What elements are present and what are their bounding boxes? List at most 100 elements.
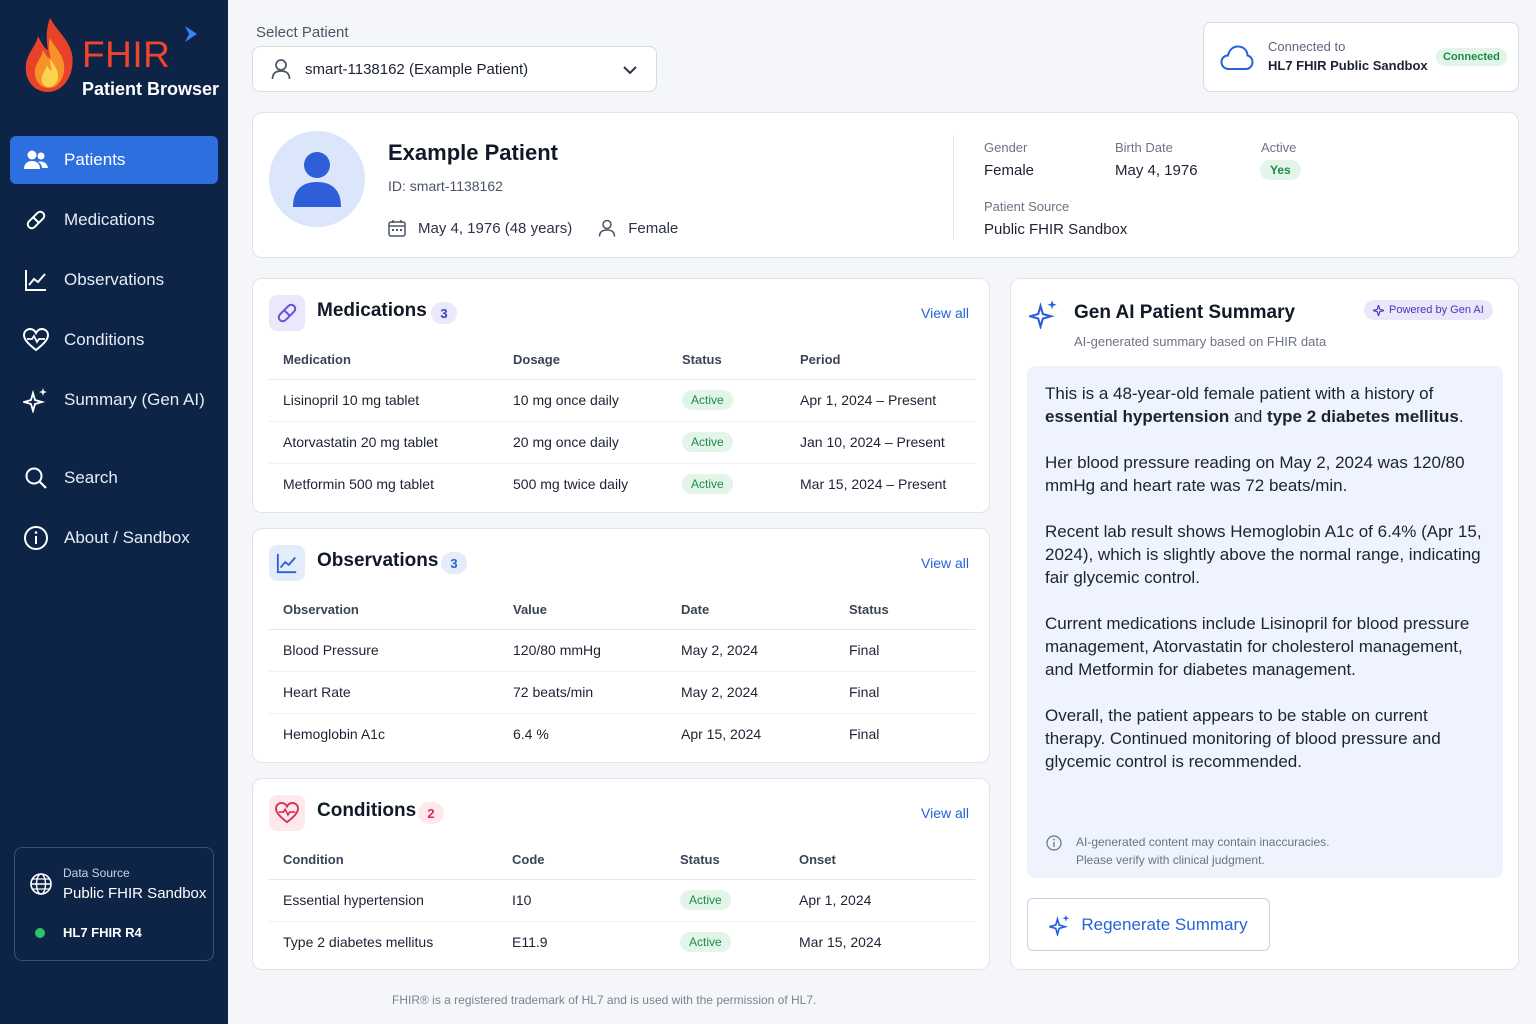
sidebar-item-label: Medications [64, 210, 155, 229]
conditions-count: 2 [418, 802, 444, 824]
sidebar: FHIR Patient Browser Patients Medication… [0, 0, 228, 1024]
heart-pulse-icon [269, 795, 305, 831]
cloud-icon [1220, 45, 1254, 70]
medications-view-all-link[interactable]: View all [921, 305, 969, 321]
birth-date-value: May 4, 1976 [1115, 162, 1198, 179]
user-avatar-icon [293, 152, 341, 207]
summary-paragraph: This is a 48-year-old female patient wit… [1045, 384, 1464, 426]
observation-date: May 2, 2024 [667, 629, 835, 672]
observation-name: Heart Rate [269, 671, 499, 714]
observation-value: 72 beats/min [499, 671, 667, 714]
medication-dosage: 20 mg once daily [499, 421, 668, 464]
sidebar-item-about[interactable]: About / Sandbox [10, 514, 218, 562]
table-row[interactable]: Blood Pressure 120/80 mmHg May 2, 2024 F… [269, 629, 975, 672]
condition-name: Essential hypertension [269, 879, 498, 922]
sidebar-item-label: Observations [64, 270, 165, 289]
status-dot [35, 928, 45, 938]
regenerate-summary-label: Regenerate Summary [1081, 914, 1248, 934]
brand-logo[interactable]: FHIR Patient Browser [22, 16, 222, 106]
patient-header-card: Example Patient ID: smart-1138162 May 4,… [252, 112, 1519, 258]
gender-value: Female [984, 162, 1035, 179]
ai-summary-subtitle: AI-generated summary based on FHIR data [1074, 334, 1327, 349]
observation-status: Final [849, 726, 880, 743]
sidebar-item-conditions[interactable]: Conditions [10, 316, 218, 364]
status-badge: Active [680, 932, 731, 953]
conditions-card: Conditions 2 View all Condition Code Sta… [252, 778, 990, 970]
ai-disclaimer: AI-generated content may contain inaccur… [1046, 833, 1486, 869]
table-row[interactable]: Lisinopril 10 mg tablet 10 mg once daily… [269, 379, 975, 422]
ai-summary-body: This is a 48-year-old female patient wit… [1027, 366, 1503, 878]
brand-name: FHIR [82, 34, 171, 75]
pill-icon [269, 295, 305, 331]
avatar [269, 131, 365, 227]
patient-source-value: Public FHIR Sandbox [984, 221, 1128, 238]
status-badge: Active [680, 890, 731, 910]
conditions-table: Condition Code Status Onset Essential hy… [269, 841, 975, 963]
user-icon [271, 59, 291, 80]
sidebar-item-label: Search [64, 468, 118, 487]
table-row[interactable]: Type 2 diabetes mellitus E11.9 Active Ma… [269, 921, 975, 963]
sidebar-item-search[interactable]: Search [10, 454, 218, 502]
summary-paragraph: Current medications include Lisinopril f… [1045, 614, 1470, 679]
patient-source-label: Patient Source [984, 199, 1070, 214]
medication-dosage: 10 mg once daily [499, 379, 668, 422]
info-icon [1046, 835, 1062, 851]
globe-icon [30, 873, 52, 895]
users-icon [22, 146, 50, 174]
table-row[interactable]: Hemoglobin A1c 6.4 % Apr 15, 2024 Final [269, 713, 975, 755]
highlight-term: essential hypertension [1045, 407, 1230, 426]
regenerate-summary-button[interactable]: Regenerate Summary [1027, 898, 1270, 951]
sparkles-icon [22, 386, 50, 414]
active-label: Active [1261, 140, 1297, 155]
observation-name: Hemoglobin A1c [283, 726, 385, 743]
ai-summary-title: Gen AI Patient Summary [1074, 302, 1296, 323]
summary-paragraph: Recent lab result shows Hemoglobin A1c o… [1045, 522, 1482, 587]
sparkles-icon [1049, 914, 1070, 936]
medication-name: Atorvastatin 20 mg tablet [269, 421, 499, 464]
sidebar-item-medications[interactable]: Medications [10, 196, 218, 244]
medication-period: Mar 15, 2024 – Present [800, 476, 947, 493]
chart-line-icon [269, 545, 305, 581]
chart-line-icon [22, 266, 50, 294]
data-source-label: Data Source [63, 866, 130, 880]
connection-server: HL7 FHIR Public Sandbox [1268, 58, 1428, 73]
observations-title: Observations [317, 550, 439, 571]
sidebar-item-observations[interactable]: Observations [10, 256, 218, 304]
observations-count: 3 [441, 552, 467, 574]
disclaimer-line: AI-generated content may contain inaccur… [1076, 835, 1330, 849]
medication-name: Lisinopril 10 mg tablet [269, 379, 499, 422]
column-header: Onset [785, 841, 975, 880]
sidebar-item-summary[interactable]: Summary (Gen AI) [10, 376, 218, 424]
info-icon [22, 524, 50, 552]
connection-status-card: Connected to HL7 FHIR Public Sandbox Con… [1203, 22, 1519, 92]
table-row[interactable]: Essential hypertension I10 Active Apr 1,… [269, 879, 975, 922]
status-badge: Connected [1436, 48, 1507, 66]
status-badge: Active [682, 432, 733, 452]
pill-icon [22, 206, 50, 234]
table-row[interactable]: Atorvastatin 20 mg tablet 20 mg once dai… [269, 421, 975, 464]
conditions-view-all-link[interactable]: View all [921, 805, 969, 821]
table-row[interactable]: Heart Rate 72 beats/min May 2, 2024 Fina… [269, 671, 975, 714]
observation-value: 6.4 % [513, 726, 549, 743]
highlight-term: type 2 diabetes mellitus [1267, 407, 1459, 426]
search-icon [22, 464, 50, 492]
sidebar-item-patients[interactable]: Patients [10, 136, 218, 184]
patient-dob-age: May 4, 1976 (48 years) [418, 219, 573, 237]
patient-select-value: smart-1138162 (Example Patient) [305, 60, 529, 78]
column-header: Value [499, 591, 667, 630]
column-header: Code [498, 841, 666, 880]
observations-card: Observations 3 View all Observation Valu… [252, 528, 990, 763]
condition-code: E11.9 [512, 934, 548, 951]
condition-name: Type 2 diabetes mellitus [283, 934, 434, 951]
patient-id: ID: smart-1138162 [388, 178, 503, 194]
observations-view-all-link[interactable]: View all [921, 555, 969, 571]
observations-table: Observation Value Date Status Blood Pres… [269, 591, 975, 755]
condition-code: I10 [498, 879, 666, 922]
patient-select[interactable]: smart-1138162 (Example Patient) [252, 46, 657, 92]
observation-date: May 2, 2024 [667, 671, 835, 714]
sidebar-item-label: Summary (Gen AI) [64, 390, 205, 409]
observation-date: Apr 15, 2024 [681, 726, 762, 743]
table-row[interactable]: Metformin 500 mg tablet 500 mg twice dai… [269, 463, 975, 505]
powered-by-badge: Powered by Gen AI [1364, 300, 1493, 320]
patient-gender: Female [628, 219, 679, 237]
